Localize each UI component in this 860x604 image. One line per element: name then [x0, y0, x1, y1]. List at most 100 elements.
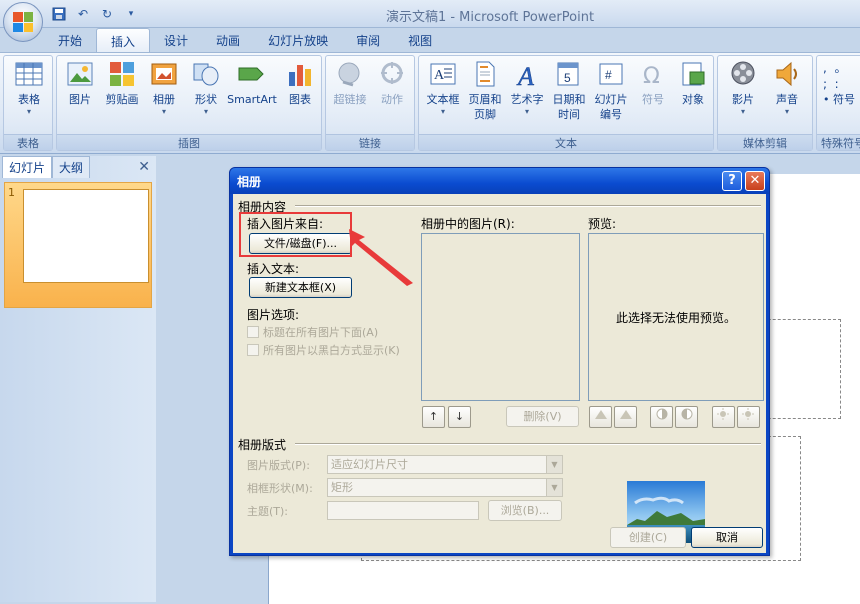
header-footer-button[interactable]: 页眉和 页脚: [464, 60, 506, 122]
office-button[interactable]: [3, 2, 43, 42]
office-logo-icon: [13, 12, 33, 32]
picture-layout-label: 图片版式(P):: [247, 459, 310, 472]
close-pane-icon[interactable]: ✕: [138, 159, 150, 175]
calendar-icon: 5: [557, 62, 579, 86]
new-textbox-button[interactable]: 新建文本框(X): [249, 277, 352, 298]
smartart-icon: [238, 67, 264, 81]
pictures-listbox[interactable]: [421, 233, 580, 401]
chart-button[interactable]: 图表: [279, 60, 321, 107]
album-layout-heading: 相册版式: [238, 438, 287, 452]
frame-shape-label: 相框形状(M):: [247, 482, 313, 495]
theme-label: 主题(T):: [247, 505, 289, 518]
group-label-special-symbols: 特殊符号: [817, 134, 860, 150]
checkbox-box[interactable]: [247, 326, 259, 338]
tab-design[interactable]: 设计: [150, 28, 202, 52]
annotation-highlight-box: [239, 212, 352, 257]
group-text: A 文本框 ▾ 页眉和 页脚 A 艺术字 ▾ 5 日期和 时间 # 幻灯片 编号 Ω 符号…: [418, 55, 714, 151]
wordart-icon: A: [516, 62, 535, 88]
slide-thumbnail[interactable]: [23, 189, 149, 283]
wordart-button[interactable]: A 艺术字 ▾: [506, 60, 548, 116]
table-icon: [15, 62, 43, 86]
tab-home[interactable]: 开始: [44, 28, 96, 52]
special-symbol-button[interactable]: , 。 ; : • 符号: [819, 60, 860, 108]
tab-outline[interactable]: 大纲: [52, 156, 91, 178]
svg-text:#: #: [605, 68, 612, 82]
black-white-checkbox[interactable]: 所有图片以黑白方式显示(K): [247, 342, 400, 358]
cancel-button[interactable]: 取消: [691, 527, 763, 548]
textbox-button[interactable]: A 文本框 ▾: [422, 60, 464, 116]
divider: [295, 205, 761, 207]
header-footer-icon: [476, 61, 495, 87]
group-label-text: 文本: [419, 134, 713, 150]
action-button[interactable]: 动作: [371, 60, 413, 107]
tab-slideshow[interactable]: 幻灯片放映: [254, 28, 342, 52]
hyperlink-button[interactable]: 超链接: [329, 60, 371, 107]
close-button[interactable]: ✕: [745, 171, 765, 191]
movie-button[interactable]: 影片 ▾: [722, 60, 764, 116]
group-special-symbols: , 。 ; : • 符号 特殊符号: [816, 55, 860, 151]
shapes-button[interactable]: 形状 ▾: [185, 60, 227, 116]
checkbox-box[interactable]: [247, 344, 259, 356]
tab-review[interactable]: 审阅: [342, 28, 394, 52]
preview-message: 此选择无法使用预览。: [615, 310, 736, 325]
omega-icon: Ω: [643, 64, 660, 88]
ribbon-tabs: 开始 插入 设计 动画 幻灯片放映 审阅 视图: [44, 28, 446, 52]
slide-thumbnail-item[interactable]: 1: [4, 182, 152, 308]
chart-icon: [289, 65, 311, 86]
create-button[interactable]: 创建(C): [610, 527, 686, 548]
rotate-right-icon[interactable]: [614, 406, 637, 428]
delete-button[interactable]: 删除(V): [506, 406, 579, 427]
insert-text-label: 插入文本:: [247, 262, 300, 276]
brightness-down-icon[interactable]: [737, 406, 760, 428]
semicolon-icon: ; :: [823, 77, 839, 91]
picture-button[interactable]: 图片: [59, 60, 101, 107]
hyperlink-globe-icon: [338, 62, 360, 87]
album-button[interactable]: 相册 ▾: [143, 60, 185, 116]
brightness-up-icon[interactable]: [712, 406, 735, 428]
title-bar: ↶ ↻ ▾ 演示文稿1 - Microsoft PowerPoint: [0, 0, 860, 28]
help-button[interactable]: ?: [722, 171, 742, 191]
rotate-left-icon[interactable]: [589, 406, 612, 428]
textbox-icon: A: [430, 63, 456, 85]
smartart-button[interactable]: SmartArt: [227, 60, 277, 107]
browse-button[interactable]: 浏览(B)...: [488, 500, 562, 521]
frame-shape-select[interactable]: 矩形 ▼: [327, 478, 563, 497]
svg-text:A: A: [434, 68, 445, 83]
dialog-title-bar: 相册 ? ✕: [230, 168, 769, 194]
caption-below-checkbox[interactable]: 标题在所有图片下面(A): [247, 324, 378, 340]
pictures-in-album-label: 相册中的图片(R):: [421, 217, 515, 231]
picture-layout-select[interactable]: 适应幻灯片尺寸 ▼: [327, 455, 563, 474]
slide-number-button[interactable]: # 幻灯片 编号: [590, 60, 632, 122]
move-up-button[interactable]: ↑: [422, 406, 445, 428]
move-down-button[interactable]: ↓: [448, 406, 471, 428]
contrast-up-icon[interactable]: [650, 406, 673, 428]
group-illustrations: 图片 剪贴画 相册 ▾ 形状 ▾ SmartArt 图表 插图: [56, 55, 322, 151]
sound-button[interactable]: 声音 ▾: [766, 60, 808, 116]
divider: [295, 443, 761, 445]
group-label-illustrations: 插图: [57, 134, 321, 150]
tab-animations[interactable]: 动画: [202, 28, 254, 52]
slide-number: 1: [8, 186, 15, 199]
clipart-button[interactable]: 剪贴画: [101, 60, 143, 107]
chevron-down-icon: ▼: [546, 479, 562, 496]
datetime-button[interactable]: 5 日期和 时间: [548, 60, 590, 122]
slide-number-icon: #: [599, 63, 623, 85]
object-icon: [682, 62, 705, 86]
group-label-table: 表格: [4, 134, 52, 150]
svg-text:Ω: Ω: [643, 64, 660, 88]
group-label-links: 链接: [326, 134, 414, 150]
tab-view[interactable]: 视图: [394, 28, 446, 52]
contrast-down-icon[interactable]: [675, 406, 698, 428]
preview-box: 此选择无法使用预览。: [588, 233, 764, 401]
object-button[interactable]: 对象: [672, 60, 714, 107]
tab-slides[interactable]: 幻灯片: [2, 156, 53, 178]
window-title: 演示文稿1 - Microsoft PowerPoint: [385, 10, 595, 25]
film-reel-icon: [731, 61, 755, 85]
table-button[interactable]: 表格 ▾: [8, 60, 50, 116]
group-media: 影片 ▾ 声音 ▾ 媒体剪辑: [717, 55, 813, 151]
tab-insert[interactable]: 插入: [96, 28, 151, 52]
svg-text:A: A: [516, 62, 534, 88]
theme-input[interactable]: [327, 501, 479, 520]
dialog-title: 相册: [237, 175, 262, 189]
symbol-button[interactable]: Ω 符号: [632, 60, 674, 107]
